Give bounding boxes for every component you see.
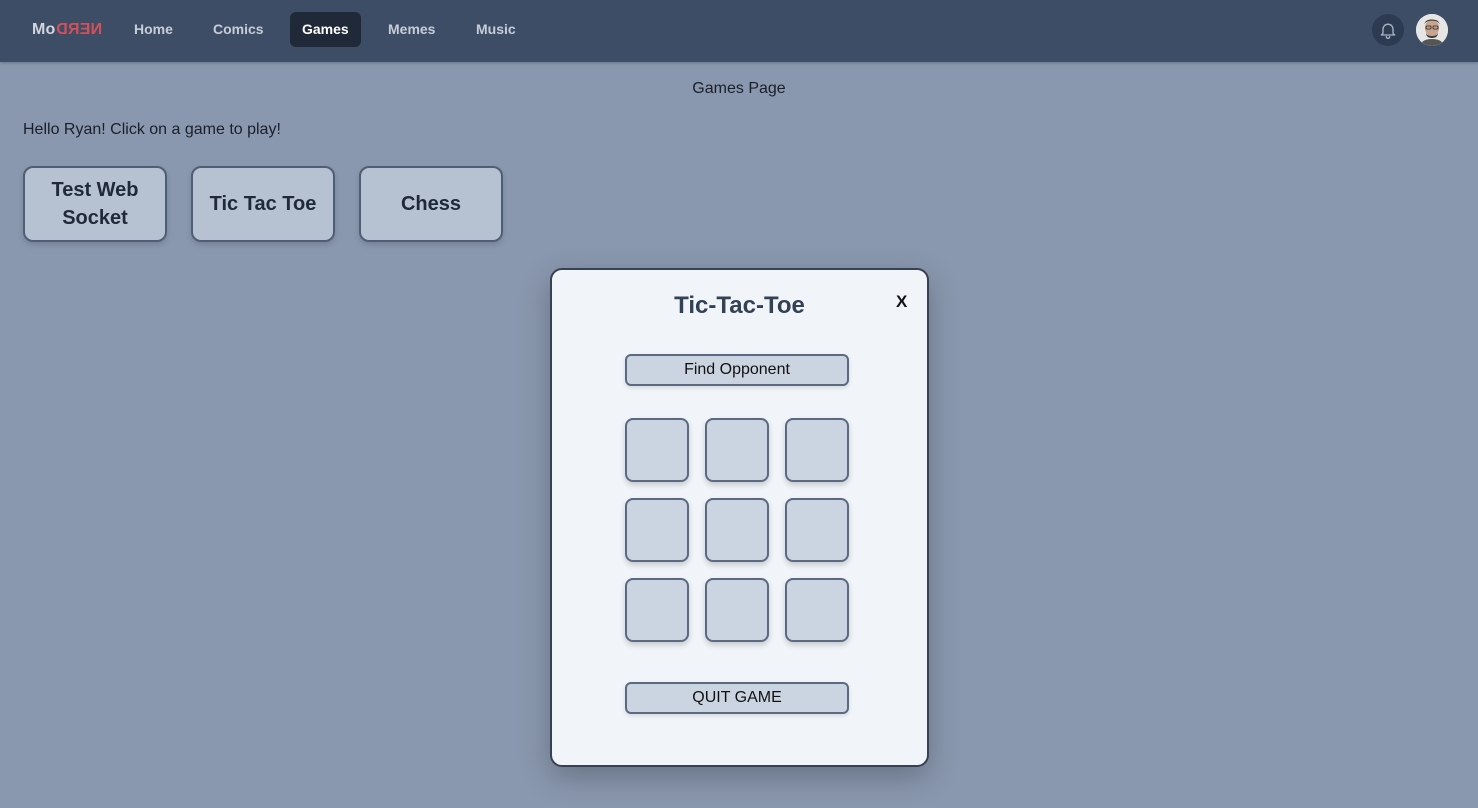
game-card-tic-tac-toe[interactable]: Tic Tac Toe — [191, 166, 335, 242]
bell-icon — [1380, 23, 1396, 39]
game-card-chess[interactable]: Chess — [359, 166, 503, 242]
tic-tac-toe-modal: Tic-Tac-Toe X Find Opponent QUIT GAME — [550, 268, 929, 767]
top-navbar: MoNERD Home Comics Games Memes Music — [0, 0, 1478, 62]
board-cell[interactable] — [705, 578, 769, 642]
board-cell[interactable] — [785, 578, 849, 642]
profile-avatar[interactable] — [1416, 14, 1448, 46]
greeting-text: Hello Ryan! Click on a game to play! — [23, 121, 281, 138]
site-logo[interactable]: MoNERD — [32, 21, 102, 39]
nav-memes[interactable]: Memes — [376, 12, 447, 47]
board-cell[interactable] — [785, 498, 849, 562]
quit-game-button[interactable]: QUIT GAME — [625, 682, 849, 714]
board-cell[interactable] — [705, 498, 769, 562]
game-card-label: Tic Tac Toe — [209, 193, 317, 215]
page-title: Games Page — [692, 80, 786, 97]
board-cell[interactable] — [625, 418, 689, 482]
nav-games[interactable]: Games — [290, 12, 361, 47]
logo-prefix: Mo — [32, 21, 56, 38]
notifications-button[interactable] — [1372, 14, 1404, 46]
close-button[interactable]: X — [896, 292, 907, 312]
logo-accent: NERD — [55, 21, 102, 38]
modal-title: Tic-Tac-Toe — [674, 292, 805, 319]
board-cell[interactable] — [625, 498, 689, 562]
nav-home[interactable]: Home — [122, 12, 185, 47]
game-card-label: Test Web Socket — [51, 179, 139, 229]
user-avatar-image — [1416, 14, 1448, 46]
board-cell[interactable] — [785, 418, 849, 482]
board-cell[interactable] — [705, 418, 769, 482]
game-card-test-web-socket[interactable]: Test Web Socket — [23, 166, 167, 242]
nav-comics[interactable]: Comics — [201, 12, 276, 47]
nav-music[interactable]: Music — [464, 12, 528, 47]
board-cell[interactable] — [625, 578, 689, 642]
find-opponent-button[interactable]: Find Opponent — [625, 354, 849, 386]
game-card-label: Chess — [400, 193, 462, 215]
